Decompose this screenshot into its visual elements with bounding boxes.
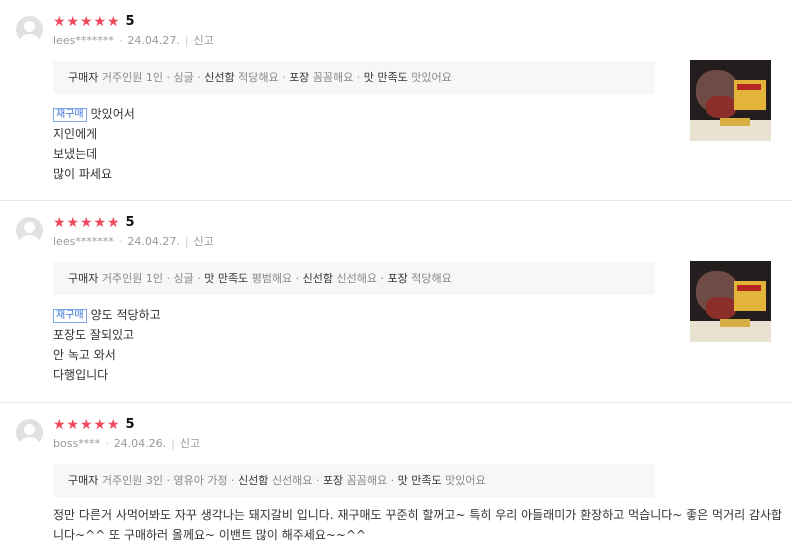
star-icon: ★ bbox=[53, 215, 66, 231]
star-icon: ★ bbox=[53, 417, 66, 433]
report-link[interactable]: 신고 bbox=[194, 34, 214, 47]
star-icon: ★ bbox=[80, 417, 93, 433]
purchase-info: 구매자 거주인원 1인 · 싱글 · 맛 만족도 평범해요 · 신선함 신선해요… bbox=[53, 262, 655, 295]
star-icon: ★ bbox=[80, 215, 93, 231]
purchase-info: 구매자 거주인원 1인 · 싱글 · 신선함 적당해요 · 포장 꼼꼼해요 · … bbox=[53, 61, 655, 94]
star-icon: ★ bbox=[93, 417, 107, 433]
star-icon: ★ bbox=[80, 14, 93, 30]
star-rating: ★ ★ ★ ★ ★ 5 bbox=[53, 215, 135, 231]
purchase-info: 구매자 거주인원 3인 · 영유아 가정 · 신선함 신선해요 · 포장 꼼꼼해… bbox=[53, 464, 655, 497]
star-rating: ★ ★ ★ ★ ★ 5 bbox=[53, 14, 135, 30]
star-icon: ★ bbox=[53, 14, 66, 30]
user-id: lees******* bbox=[53, 235, 114, 248]
star-rating: ★ ★ ★ ★ ★ 5 bbox=[53, 417, 135, 433]
report-link[interactable]: 신고 bbox=[180, 437, 200, 450]
star-icon: ★ bbox=[107, 215, 120, 231]
star-icon: ★ bbox=[93, 215, 107, 231]
star-icon: ★ bbox=[107, 417, 120, 433]
avatar bbox=[16, 217, 43, 244]
review-meta: lees******* · 24.04.27. | 신고 bbox=[53, 34, 214, 47]
avatar bbox=[16, 419, 43, 446]
review-photo[interactable] bbox=[690, 60, 771, 141]
star-icon: ★ bbox=[107, 14, 120, 30]
review-meta: boss**** · 24.04.26. | 신고 bbox=[53, 437, 201, 450]
star-icon: ★ bbox=[66, 417, 80, 433]
star-icon: ★ bbox=[66, 215, 80, 231]
star-icon: ★ bbox=[93, 14, 107, 30]
review-text: 재구매 맛있어서 지인에게 보냈는데 많이 파세요 bbox=[53, 107, 135, 181]
user-id: lees******* bbox=[53, 34, 114, 47]
review-text-line: 정만 다른거 사먹어봐도 자꾸 생각나는 돼지갈비 입니다. 재구매도 꾸준히 … bbox=[53, 508, 783, 522]
review-text: 정만 다른거 사먹어봐도 자꾸 생각나는 돼지갈비 입니다. 재구매도 꾸준히 … bbox=[53, 505, 783, 545]
rating-score: 5 bbox=[125, 14, 135, 29]
review-date: 24.04.26. bbox=[113, 437, 167, 450]
review-item: ★ ★ ★ ★ ★ 5 lees******* · 24.04.27. | 신고 구매자 거주인… bbox=[0, 201, 793, 403]
review-item: ★ ★ ★ ★ ★ 5 lees******* · 24.04.27. | 신고 구매자 거주인… bbox=[0, 0, 793, 201]
rating-score: 5 bbox=[125, 417, 135, 432]
user-id: boss**** bbox=[53, 437, 101, 450]
repurchase-badge: 재구매 bbox=[53, 108, 87, 122]
review-meta: lees******* · 24.04.27. | 신고 bbox=[53, 235, 214, 248]
review-date: 24.04.27. bbox=[127, 34, 180, 47]
report-link[interactable]: 신고 bbox=[194, 235, 214, 248]
avatar bbox=[16, 16, 43, 43]
review-photo[interactable] bbox=[690, 261, 771, 342]
review-text: 재구매 양도 적당하고 포장도 잘되있고 안 녹고 와서 다행입니다 bbox=[53, 308, 161, 382]
repurchase-badge: 재구매 bbox=[53, 309, 87, 323]
review-date: 24.04.27. bbox=[127, 235, 180, 248]
star-icon: ★ bbox=[66, 14, 80, 30]
rating-score: 5 bbox=[125, 215, 135, 230]
review-text-line: 니다~^^ 또 구매하러 올께요~ 이밴트 많이 해주세요~~^^ bbox=[53, 528, 367, 542]
